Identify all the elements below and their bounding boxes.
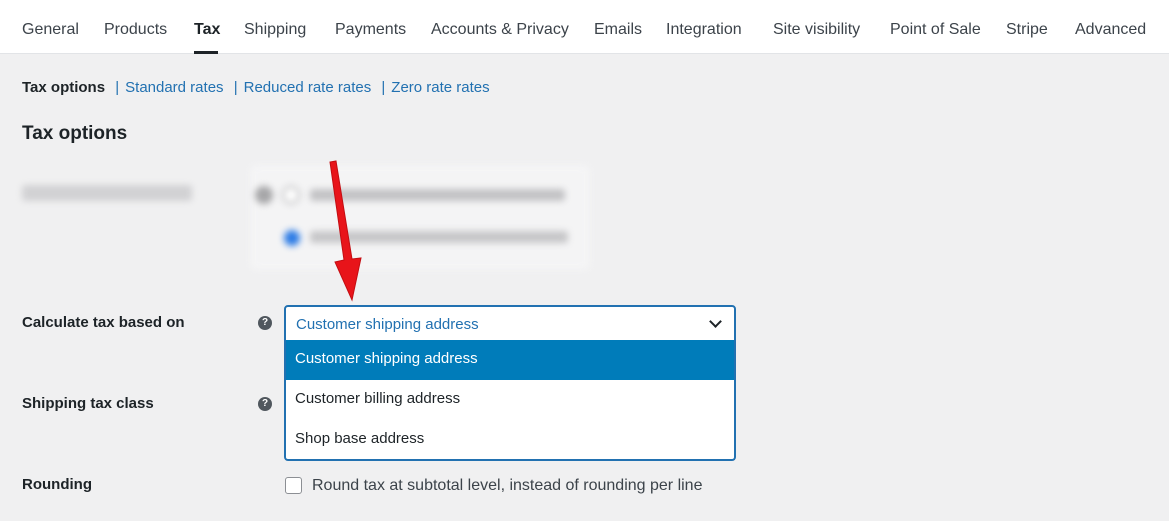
active-tab-indicator <box>194 51 218 54</box>
rounding-label: Rounding <box>22 476 92 493</box>
select-current-value: Customer shipping address <box>296 316 479 333</box>
tab-general[interactable]: General <box>22 21 79 39</box>
subnav-separator: | <box>381 79 386 96</box>
blurred-help-icon <box>255 186 273 204</box>
subnav-link-reduced-rate-rates[interactable]: Reduced rate rates <box>244 79 372 96</box>
subnav-current-tax-options: Tax options <box>22 79 106 96</box>
calculate-tax-select[interactable]: Customer shipping address <box>284 305 736 342</box>
subnav-link-standard-rates[interactable]: Standard rates <box>125 79 223 96</box>
red-arrow-annotation <box>329 160 362 302</box>
blurred-setting-label <box>22 185 192 201</box>
blurred-radio-option-2 <box>284 230 300 246</box>
blurred-radio-option-1 <box>282 186 300 204</box>
tab-payments[interactable]: Payments <box>335 21 406 39</box>
tab-accounts-privacy[interactable]: Accounts & Privacy <box>431 21 569 39</box>
option-shop-base-address[interactable]: Shop base address <box>286 420 734 460</box>
tab-point-of-sale[interactable]: Point of Sale <box>890 21 981 39</box>
option-customer-billing-address[interactable]: Customer billing address <box>286 380 734 420</box>
tab-advanced[interactable]: Advanced <box>1075 21 1146 39</box>
tab-site-visibility[interactable]: Site visibility <box>773 21 860 39</box>
option-customer-shipping-address[interactable]: Customer shipping address <box>286 340 734 380</box>
blurred-setting-area <box>250 165 590 270</box>
subnav-separator: | <box>115 79 120 96</box>
tax-subnav: Tax options | Standard rates | Reduced rat… <box>22 79 490 96</box>
settings-tabs-bar: General Products Tax Shipping Payments A… <box>0 0 1169 54</box>
question-circle-icon[interactable]: ? <box>258 316 272 330</box>
calculate-tax-dropdown: Customer shipping address Customer billi… <box>284 340 736 461</box>
tab-emails[interactable]: Emails <box>594 21 642 39</box>
tab-products[interactable]: Products <box>104 21 167 39</box>
section-title: Tax options <box>22 123 128 144</box>
chevron-down-icon <box>709 315 722 328</box>
tab-shipping[interactable]: Shipping <box>244 21 306 39</box>
rounding-checkbox[interactable] <box>285 477 302 494</box>
tab-tax[interactable]: Tax <box>194 21 220 39</box>
shipping-tax-class-label: Shipping tax class <box>22 395 154 412</box>
question-circle-icon[interactable]: ? <box>258 397 272 411</box>
subnav-separator: | <box>233 79 238 96</box>
rounding-checkbox-label[interactable]: Round tax at subtotal level, instead of … <box>312 477 702 495</box>
calculate-tax-label: Calculate tax based on <box>22 314 185 331</box>
tab-stripe[interactable]: Stripe <box>1006 21 1048 39</box>
subnav-link-zero-rate-rates[interactable]: Zero rate rates <box>391 79 489 96</box>
tab-integration[interactable]: Integration <box>666 21 742 39</box>
